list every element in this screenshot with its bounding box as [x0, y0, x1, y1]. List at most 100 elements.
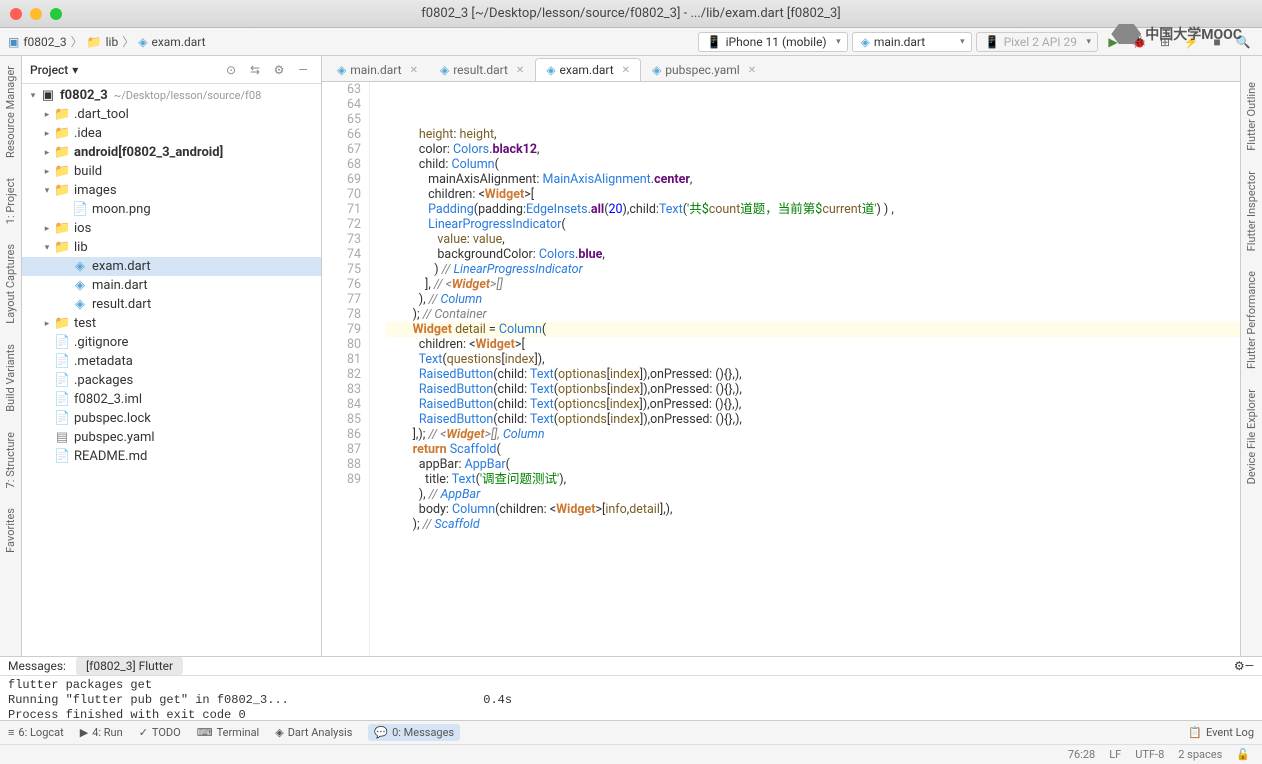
locate-icon[interactable]: ⊙ — [221, 63, 241, 77]
expand-arrow-icon[interactable]: ▾ — [40, 243, 54, 253]
encoding[interactable]: UTF-8 — [1135, 748, 1164, 761]
cursor-position[interactable]: 76:28 — [1068, 748, 1095, 761]
code-line[interactable]: ), // Column — [386, 292, 1240, 307]
event-log-tab[interactable]: 📋Event Log — [1188, 726, 1254, 739]
code-line[interactable]: ) // LinearProgressIndicator — [386, 262, 1240, 277]
editor-body[interactable]: 6364656667686970717273747576777879808182… — [322, 82, 1240, 656]
tree-item[interactable]: ◈main.dart — [22, 276, 321, 295]
code-content[interactable]: height: height, color: Colors.black12, c… — [386, 82, 1240, 656]
settings-icon[interactable]: ⚙ — [269, 63, 289, 77]
tree-item[interactable]: ◈result.dart — [22, 295, 321, 314]
code-line[interactable]: appBar: AppBar( — [386, 457, 1240, 472]
run-tab[interactable]: ▶4: Run — [80, 726, 123, 739]
line-ending[interactable]: LF — [1109, 748, 1121, 761]
tree-item[interactable]: ▤pubspec.yaml — [22, 428, 321, 447]
tree-item[interactable]: ▸📁test — [22, 314, 321, 333]
expand-arrow-icon[interactable]: ▾ — [26, 91, 40, 101]
code-line[interactable]: title: Text('调查问题测试'), — [386, 472, 1240, 487]
rail-build-variants[interactable]: Build Variants — [2, 338, 19, 418]
tree-item[interactable]: ▾📁lib — [22, 238, 321, 257]
code-line[interactable]: children: <Widget>[ — [386, 337, 1240, 352]
close-window-button[interactable] — [10, 8, 22, 20]
rail-project[interactable]: 1: Project — [2, 172, 19, 230]
emulator-selector[interactable]: 📱 Pixel 2 API 29 — [976, 32, 1098, 52]
collapse-icon[interactable]: ⇆ — [245, 63, 265, 77]
breadcrumb-file[interactable]: exam.dart — [151, 35, 205, 49]
todo-tab[interactable]: ✓TODO — [139, 726, 181, 739]
hide-icon[interactable]: — — [1245, 659, 1254, 673]
breadcrumb-project[interactable]: f0802_3 — [23, 35, 66, 49]
code-line[interactable]: child: Column( — [386, 157, 1240, 172]
expand-arrow-icon[interactable]: ▸ — [40, 167, 54, 177]
rail-device-explorer[interactable]: Device File Explorer — [1243, 383, 1260, 490]
code-line[interactable]: mainAxisAlignment: MainAxisAlignment.cen… — [386, 172, 1240, 187]
tree-item[interactable]: 📄.gitignore — [22, 333, 321, 352]
code-line[interactable]: ); // Scaffold — [386, 517, 1240, 532]
code-line[interactable]: height: height, — [386, 127, 1240, 142]
dropdown-icon[interactable]: ▾ — [72, 63, 78, 77]
rail-flutter-inspector[interactable]: Flutter Inspector — [1243, 165, 1260, 257]
code-line[interactable]: return Scaffold( — [386, 442, 1240, 457]
rail-layout-captures[interactable]: Layout Captures — [2, 238, 19, 330]
code-line[interactable]: RaisedButton(child: Text(optioncs[index]… — [386, 397, 1240, 412]
close-tab-icon[interactable]: ✕ — [622, 65, 630, 76]
expand-arrow-icon[interactable]: ▸ — [40, 319, 54, 329]
indent[interactable]: 2 spaces — [1178, 748, 1222, 761]
tree-item[interactable]: ▸📁ios — [22, 219, 321, 238]
run-config-selector[interactable]: ◈ main.dart — [852, 32, 972, 52]
tree-item[interactable]: 📄README.md — [22, 447, 321, 466]
tree-item[interactable]: 📄moon.png — [22, 200, 321, 219]
tree-item[interactable]: ▸📁.idea — [22, 124, 321, 143]
rail-flutter-outline[interactable]: Flutter Outline — [1243, 76, 1260, 157]
tree-item[interactable]: ▸📁android [f0802_3_android] — [22, 143, 321, 162]
tree-item[interactable]: 📄.metadata — [22, 352, 321, 371]
code-line[interactable]: Widget detail = Column( — [386, 322, 1240, 337]
code-line[interactable]: Text(questions[index]), — [386, 352, 1240, 367]
hide-icon[interactable]: — — [293, 63, 313, 77]
rail-flutter-performance[interactable]: Flutter Performance — [1243, 265, 1260, 375]
code-line[interactable]: RaisedButton(child: Text(optionbs[index]… — [386, 382, 1240, 397]
code-line[interactable]: body: Column(children: <Widget>[info,det… — [386, 502, 1240, 517]
tree-item[interactable]: ▾📁images — [22, 181, 321, 200]
rail-structure[interactable]: 7: Structure — [2, 426, 19, 494]
code-line[interactable]: value: value, — [386, 232, 1240, 247]
breadcrumb-folder[interactable]: lib — [106, 35, 119, 49]
code-line[interactable]: children: <Widget>[ — [386, 187, 1240, 202]
maximize-window-button[interactable] — [50, 8, 62, 20]
editor-tab[interactable]: ◈result.dart✕ — [429, 58, 535, 81]
code-line[interactable]: ],); // <Widget>[], Column — [386, 427, 1240, 442]
rail-favorites[interactable]: Favorites — [2, 502, 19, 559]
tree-item[interactable]: 📄f0802_3.iml — [22, 390, 321, 409]
code-line[interactable]: LinearProgressIndicator( — [386, 217, 1240, 232]
messages-tab[interactable]: 💬0: Messages — [368, 724, 460, 741]
code-line[interactable]: backgroundColor: Colors.blue, — [386, 247, 1240, 262]
tree-item[interactable]: ▸📁build — [22, 162, 321, 181]
messages-tab[interactable]: [f0802_3] Flutter — [76, 657, 183, 675]
code-line[interactable]: Padding(padding:EdgeInsets.all(20),child… — [386, 202, 1240, 217]
close-tab-icon[interactable]: ✕ — [516, 65, 524, 76]
tree-root[interactable]: ▾ ▣ f0802_3 ~/Desktop/lesson/source/f08 — [22, 86, 321, 105]
expand-arrow-icon[interactable]: ▸ — [40, 224, 54, 234]
device-selector[interactable]: 📱 iPhone 11 (mobile) — [698, 32, 848, 52]
tree-item[interactable]: 📄pubspec.lock — [22, 409, 321, 428]
logcat-tab[interactable]: ≡6: Logcat — [8, 726, 64, 739]
gear-icon[interactable]: ⚙ — [1234, 659, 1245, 673]
messages-output[interactable]: flutter packages get Running "flutter pu… — [0, 676, 1262, 725]
dart-analysis-tab[interactable]: ◈Dart Analysis — [275, 726, 352, 739]
code-line[interactable]: ); // Container — [386, 307, 1240, 322]
code-line[interactable]: ), // AppBar — [386, 487, 1240, 502]
terminal-tab[interactable]: ⌨Terminal — [197, 726, 260, 739]
editor-tab[interactable]: ◈main.dart✕ — [326, 58, 429, 81]
expand-arrow-icon[interactable]: ▾ — [40, 186, 54, 196]
code-line[interactable]: RaisedButton(child: Text(optionas[index]… — [386, 367, 1240, 382]
rail-resource-manager[interactable]: Resource Manager — [2, 60, 19, 164]
lock-icon[interactable]: 🔓 — [1236, 748, 1250, 761]
tree-item[interactable]: ◈exam.dart — [22, 257, 321, 276]
code-line[interactable]: RaisedButton(child: Text(optionds[index]… — [386, 412, 1240, 427]
expand-arrow-icon[interactable]: ▸ — [40, 148, 54, 158]
minimize-window-button[interactable] — [30, 8, 42, 20]
expand-arrow-icon[interactable]: ▸ — [40, 110, 54, 120]
expand-arrow-icon[interactable]: ▸ — [40, 129, 54, 139]
code-line[interactable]: ], // <Widget>[] — [386, 277, 1240, 292]
code-line[interactable]: color: Colors.black12, — [386, 142, 1240, 157]
